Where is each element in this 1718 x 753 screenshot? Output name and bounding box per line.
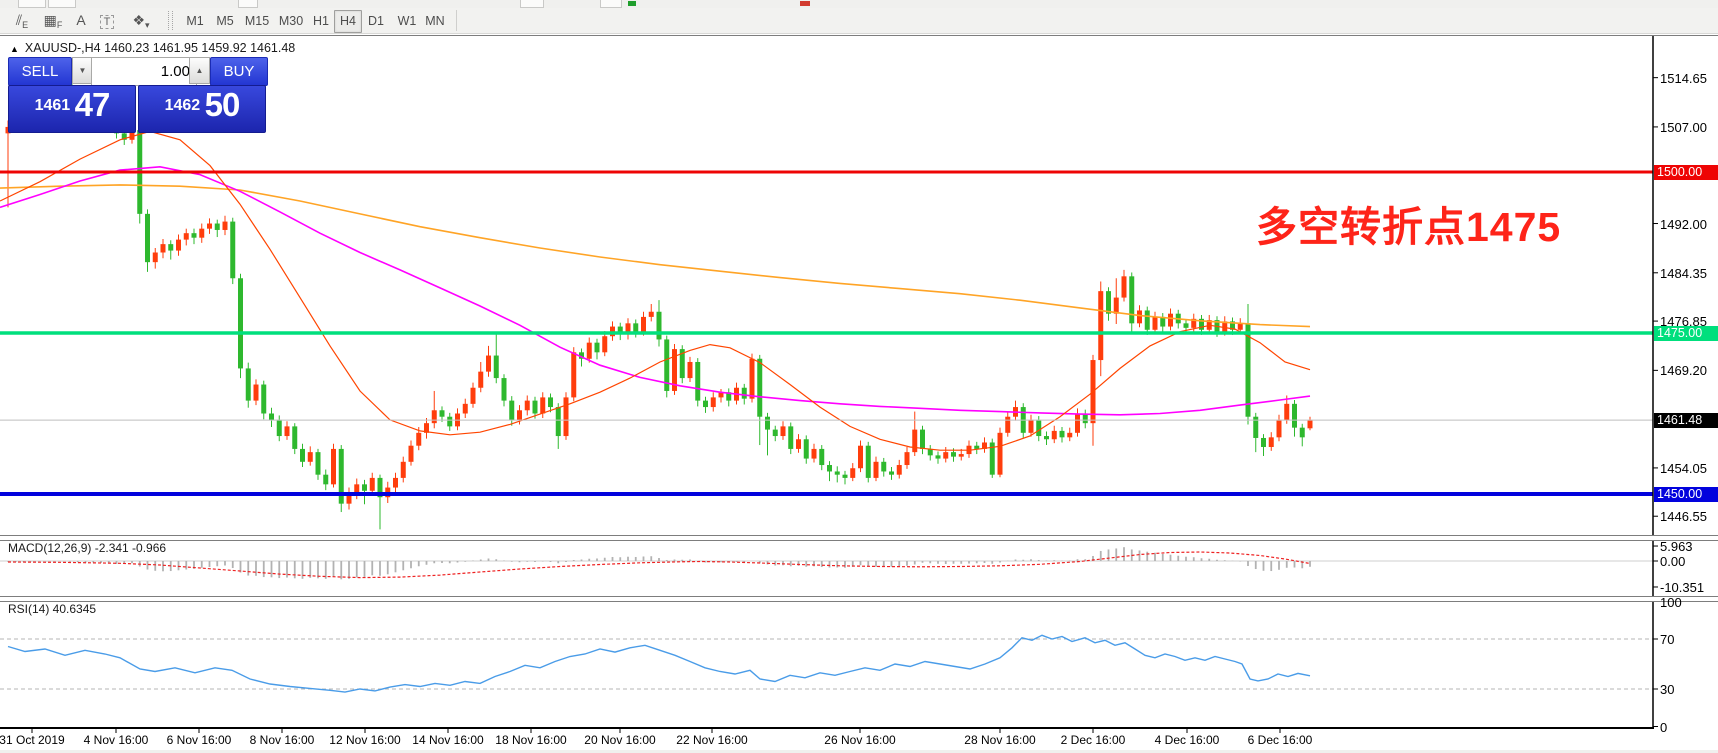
rsi-tick-label: 30 [1660, 682, 1674, 697]
rsi-tick-label: 100 [1660, 595, 1682, 610]
date-tick-label: 8 Nov 16:00 [250, 733, 315, 747]
collapse-arrow-icon[interactable]: ▲ [10, 44, 19, 54]
buy-price-main: 1462 [165, 97, 201, 114]
price-tick-label: 1492.00 [1660, 217, 1707, 232]
price-tick-label: 1454.05 [1660, 461, 1707, 476]
date-tick-label: 14 Nov 16:00 [412, 733, 483, 747]
date-tick-label: 12 Nov 16:00 [329, 733, 400, 747]
date-tick-label: 28 Nov 16:00 [964, 733, 1035, 747]
price-badge: 1450.00 [1654, 487, 1718, 502]
price-tick-label: 1507.00 [1660, 120, 1707, 135]
time-axis-line [0, 727, 1654, 729]
date-tick-label: 6 Dec 16:00 [1248, 733, 1313, 747]
lot-increase-button[interactable]: ▲ [189, 57, 210, 84]
macd-tick-label: 5.963 [1660, 539, 1693, 554]
sell-price-main: 1461 [35, 97, 71, 114]
date-tick-label: 26 Nov 16:00 [824, 733, 895, 747]
rsi-indicator-label: RSI(14) 40.6345 [8, 602, 96, 616]
buy-price-button[interactable]: 1462 50 [138, 85, 266, 133]
date-tick-label: 4 Dec 16:00 [1155, 733, 1220, 747]
rsi-tick-label: 70 [1660, 632, 1674, 647]
pane-separator[interactable] [0, 535, 1718, 541]
symbol-ohlc-bar: ▲ XAUUSD-,H4 1460.23 1461.95 1459.92 1461… [10, 41, 295, 55]
lot-decrease-button[interactable]: ▼ [72, 57, 93, 84]
price-badge: 1500.00 [1654, 165, 1718, 180]
date-tick-label: 22 Nov 16:00 [676, 733, 747, 747]
sell-price-pips: 47 [75, 86, 110, 123]
buy-button[interactable]: BUY [210, 57, 268, 86]
date-tick-label: 20 Nov 16:00 [584, 733, 655, 747]
macd-indicator-label: MACD(12,26,9) -2.341 -0.966 [8, 541, 166, 555]
macd-tick-label: -10.351 [1660, 580, 1704, 595]
macd-histogram-layer [8, 547, 1310, 579]
sell-button[interactable]: SELL [8, 57, 72, 86]
candles-layer [6, 78, 1313, 529]
price-badge: 1475.00 [1654, 326, 1718, 341]
symbol-ohlc-text: XAUUSD-,H4 1460.23 1461.95 1459.92 1461.… [25, 41, 295, 55]
date-tick-label: 6 Nov 16:00 [167, 733, 232, 747]
pane-separator[interactable] [0, 596, 1718, 602]
price-tick-label: 1484.35 [1660, 266, 1707, 281]
price-tick-label: 1446.55 [1660, 509, 1707, 524]
trade-panel-top-row: SELL ▼ ▲ BUY [8, 57, 266, 85]
date-tick-label: 31 Oct 2019 [0, 733, 65, 747]
chart-annotation-text: 多空转折点1475 [1256, 193, 1561, 253]
rsi-tick-label: 0 [1660, 720, 1667, 735]
price-tick-label: 1514.65 [1660, 71, 1707, 86]
date-tick-label: 2 Dec 16:00 [1061, 733, 1126, 747]
buy-price-pips: 50 [205, 86, 240, 123]
one-click-trading-panel: SELL ▼ ▲ BUY 1461 47 1462 50 [8, 57, 266, 131]
date-tick-label: 18 Nov 16:00 [495, 733, 566, 747]
price-badge: 1461.48 [1654, 413, 1718, 428]
date-tick-label: 4 Nov 16:00 [84, 733, 149, 747]
sell-price-button[interactable]: 1461 47 [8, 85, 136, 133]
lot-size-input[interactable] [91, 57, 197, 86]
macd-tick-label: 0.00 [1660, 554, 1685, 569]
price-tick-label: 1469.20 [1660, 363, 1707, 378]
